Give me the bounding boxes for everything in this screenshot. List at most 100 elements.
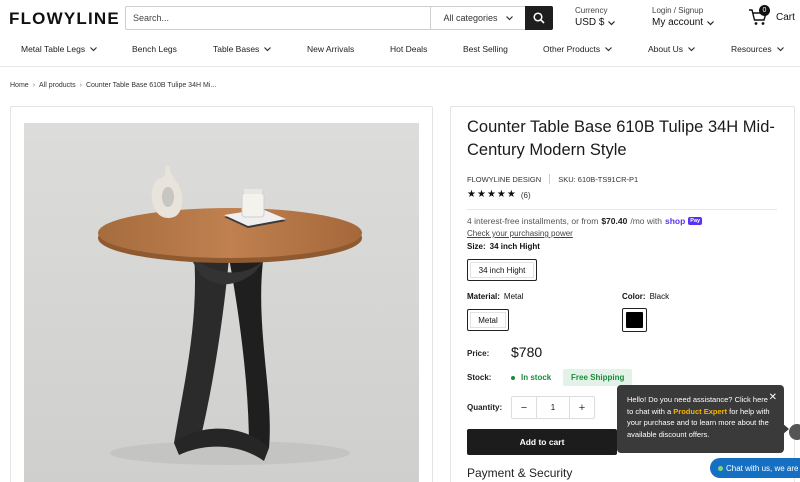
cart-icon: 0: [748, 5, 770, 26]
nav-item-label: Table Bases: [213, 44, 260, 54]
chevron-right-icon: ›: [32, 82, 36, 89]
star-icon: ★: [506, 189, 516, 200]
nav-item-label: About Us: [648, 44, 683, 54]
installments-text: 4 interest-free installments, or from: [467, 216, 599, 226]
chat-button-label: Chat with us, we are: [726, 463, 799, 473]
size-label-row: Size: 34 inch Hight: [467, 242, 540, 251]
size-option-button[interactable]: 34 inch Hight: [467, 259, 537, 281]
material-option-button[interactable]: Metal: [467, 309, 509, 331]
size-label: Size:: [467, 242, 486, 251]
installments-suffix: /mo with: [630, 216, 662, 226]
star-icon: ★: [476, 189, 486, 200]
add-to-cart-button[interactable]: Add to cart: [467, 429, 617, 455]
login-label: Login / Signup: [652, 6, 704, 15]
nav-item-best-selling[interactable]: Best Selling: [463, 44, 508, 54]
decrease-quantity-button[interactable]: −: [512, 402, 536, 414]
size-value: 34 inch Hight: [489, 242, 540, 251]
vendor-row: FLOWYLINE DESIGN SKU: 610B-TS91CR-P1: [467, 174, 638, 184]
color-swatch-black[interactable]: [622, 308, 647, 332]
color-swatch-fill: [626, 312, 643, 328]
nav-item-label: Metal Table Legs: [21, 44, 86, 54]
installments-amount: $70.40: [601, 216, 628, 226]
chevron-down-icon: [707, 20, 715, 25]
increase-quantity-button[interactable]: +: [570, 402, 594, 414]
search-button[interactable]: [525, 6, 553, 30]
star-icon: ★: [496, 189, 506, 200]
installments-info: 4 interest-free installments, or from $7…: [467, 216, 703, 226]
chevron-down-icon: [688, 46, 695, 51]
product-title: Counter Table Base 610B Tulipe 34H Mid-C…: [467, 118, 775, 159]
in-stock-dot-icon: [511, 375, 515, 380]
breadcrumb-home[interactable]: Home: [10, 82, 29, 89]
product-image[interactable]: [24, 123, 419, 482]
search-icon: [533, 12, 545, 24]
nav-item-about-us[interactable]: About Us: [648, 44, 695, 54]
close-icon[interactable]: ✕: [769, 393, 777, 403]
currency-selector[interactable]: Currency USD $: [575, 6, 616, 28]
search-input[interactable]: [126, 7, 430, 29]
main-nav: Metal Table Legs Bench Legs Table Bases …: [0, 38, 800, 60]
nav-item-bench-legs[interactable]: Bench Legs: [132, 44, 177, 54]
color-label-row: Color: Black: [622, 292, 669, 301]
site-logo[interactable]: FLOWYLINE: [9, 9, 120, 29]
quantity-input[interactable]: 1: [536, 397, 570, 418]
shop-pay-logo: shop: [664, 216, 686, 226]
chat-assistance-popup[interactable]: Hello! Do you need assistance? Click her…: [617, 385, 784, 453]
nav-item-label: Resources: [731, 44, 772, 54]
currency-label: Currency: [575, 6, 608, 15]
nav-item-metal-table-legs[interactable]: Metal Table Legs: [21, 44, 98, 54]
account-label: My account: [652, 17, 704, 28]
nav-item-resources[interactable]: Resources: [731, 44, 784, 54]
nav-item-new-arrivals[interactable]: New Arrivals: [307, 44, 354, 54]
product-rating[interactable]: ★ ★ ★ ★ ★ (6): [467, 190, 531, 200]
stock-label: Stock:: [467, 373, 492, 382]
chevron-right-icon: ›: [79, 82, 82, 89]
nav-item-hot-deals[interactable]: Hot Deals: [390, 44, 427, 54]
category-select-label: All categories: [443, 13, 498, 23]
nav-item-label: Other Products: [543, 44, 601, 54]
color-label: Color:: [622, 292, 646, 301]
star-icon: ★: [467, 189, 476, 200]
nav-item-label: New Arrivals: [307, 44, 355, 54]
cart-count-badge: 0: [759, 5, 770, 16]
chevron-down-icon: [776, 46, 784, 51]
stock-status: In stock: [511, 373, 551, 382]
breadcrumb-all-products[interactable]: All products: [39, 82, 76, 89]
chevron-down-icon: [90, 46, 98, 51]
quantity-stepper: − 1 +: [511, 396, 595, 419]
popup-highlight: Product Expert: [673, 406, 728, 416]
nav-item-table-bases[interactable]: Table Bases: [213, 44, 272, 54]
material-label-row: Material: Metal: [467, 292, 523, 301]
nav-item-label: Bench Legs: [132, 44, 177, 54]
divider: [549, 174, 551, 184]
category-select[interactable]: All categories: [430, 7, 525, 29]
shop-pay-badge: Pay: [688, 217, 703, 225]
divider: [467, 209, 777, 210]
star-icon: ★: [486, 189, 496, 200]
search-bar: All categories: [125, 6, 553, 30]
cart-button[interactable]: 0 Cart: [748, 5, 795, 26]
chevron-down-icon: [505, 15, 513, 20]
product-vendor[interactable]: FLOWYLINE DESIGN: [467, 175, 541, 184]
nav-item-other-products[interactable]: Other Products: [543, 44, 613, 54]
account-menu[interactable]: Login / Signup My account: [652, 6, 715, 28]
check-purchasing-power-link[interactable]: Check your purchasing power: [467, 229, 573, 238]
nav-item-label: Best Selling: [463, 44, 508, 54]
nav-divider: [0, 66, 800, 67]
chat-avatar[interactable]: [789, 424, 800, 440]
currency-value: USD $: [575, 17, 605, 28]
color-value: Black: [649, 292, 670, 301]
price-label: Price:: [467, 349, 490, 358]
chevron-down-icon: [608, 20, 616, 25]
quantity-label: Quantity:: [467, 403, 503, 412]
breadcrumb: Home › All products › Counter Table Base…: [10, 82, 216, 89]
chevron-down-icon: [264, 46, 272, 51]
online-status-icon: [718, 465, 723, 471]
breadcrumb-current: Counter Table Base 610B Tulipe 34H Mi...: [85, 82, 217, 89]
chat-button[interactable]: Chat with us, we are: [710, 458, 800, 478]
material-value: Metal: [503, 292, 524, 301]
review-count: (6): [520, 190, 531, 200]
payment-security-heading[interactable]: Payment & Security: [467, 466, 572, 480]
chevron-down-icon: [605, 46, 613, 51]
popup-pointer: [782, 423, 789, 435]
